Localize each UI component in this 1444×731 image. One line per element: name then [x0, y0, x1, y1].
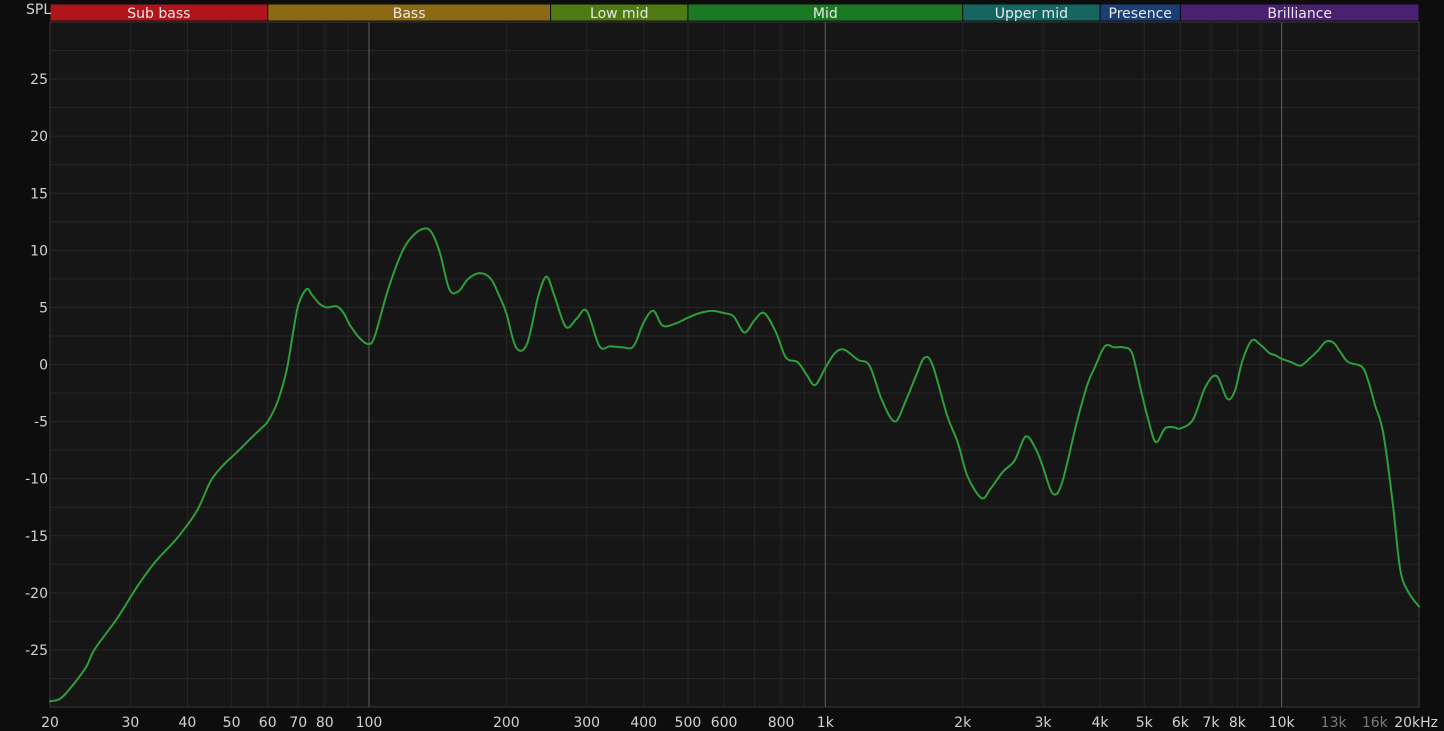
x-tick-label: 7k: [1202, 715, 1220, 731]
x-tick-label: 4k: [1092, 715, 1110, 731]
frequency-band-bar: Sub bass Bass Low mid Mid Upper mid Presence B…: [49, 3, 1420, 22]
y-tick-label: 5: [39, 300, 48, 316]
x-tick-label: 30: [121, 715, 139, 731]
x-tick-label: 2k: [954, 715, 972, 731]
band-label: Upper mid: [995, 6, 1068, 22]
band-label: Mid: [813, 6, 838, 22]
band-label: Low mid: [590, 6, 648, 22]
x-tick-label: 40: [178, 715, 196, 731]
x-tick-label: 3k: [1035, 715, 1053, 731]
x-tick-label: 80: [316, 715, 334, 731]
y-tick-label: -20: [25, 586, 48, 602]
chart-svg: Sub bass Bass Low mid Mid Upper mid Presence B…: [0, 0, 1444, 731]
x-tick-label: 200: [493, 715, 520, 731]
y-tick-label: 15: [30, 186, 48, 202]
x-tick-label: 70: [289, 715, 307, 731]
x-tick-label: 16k: [1362, 715, 1389, 731]
y-tick-label: 0: [39, 358, 48, 374]
x-tick-label: 400: [630, 715, 657, 731]
y-tick-label: 20: [30, 129, 48, 145]
y-tick-label: -10: [25, 472, 48, 488]
x-tick-label: 5k: [1136, 715, 1154, 731]
y-tick-label: 10: [30, 243, 48, 259]
band-label: Presence: [1109, 6, 1172, 22]
y-tick-label: -25: [25, 643, 48, 659]
x-tick-label: 6k: [1172, 715, 1190, 731]
x-tick-label: 8k: [1229, 715, 1247, 731]
x-tick-label: 300: [573, 715, 600, 731]
x-tick-label: 1k: [817, 715, 835, 731]
band-label: Bass: [393, 6, 426, 22]
y-tick-label: 25: [30, 72, 48, 88]
x-tick-label: 20: [41, 715, 59, 731]
x-tick-label: 13k: [1321, 715, 1348, 731]
x-tick-label: 100: [356, 715, 383, 731]
y-tick-label: -5: [34, 415, 48, 431]
y-tick-label: -15: [25, 529, 48, 545]
x-tick-label: 500: [675, 715, 702, 731]
x-tick-label: 600: [711, 715, 738, 731]
band-label: Brilliance: [1267, 6, 1332, 22]
x-tick-label: 60: [259, 715, 277, 731]
x-tick-label: 20kHz: [1394, 715, 1438, 731]
x-tick-label: 10k: [1269, 715, 1296, 731]
frequency-response-chart: Sub bass Bass Low mid Mid Upper mid Presence B…: [0, 0, 1444, 731]
y-axis-label: SPL: [26, 2, 51, 18]
band-label: Sub bass: [127, 6, 190, 22]
x-tick-label: 800: [768, 715, 795, 731]
x-tick-label: 50: [223, 715, 241, 731]
